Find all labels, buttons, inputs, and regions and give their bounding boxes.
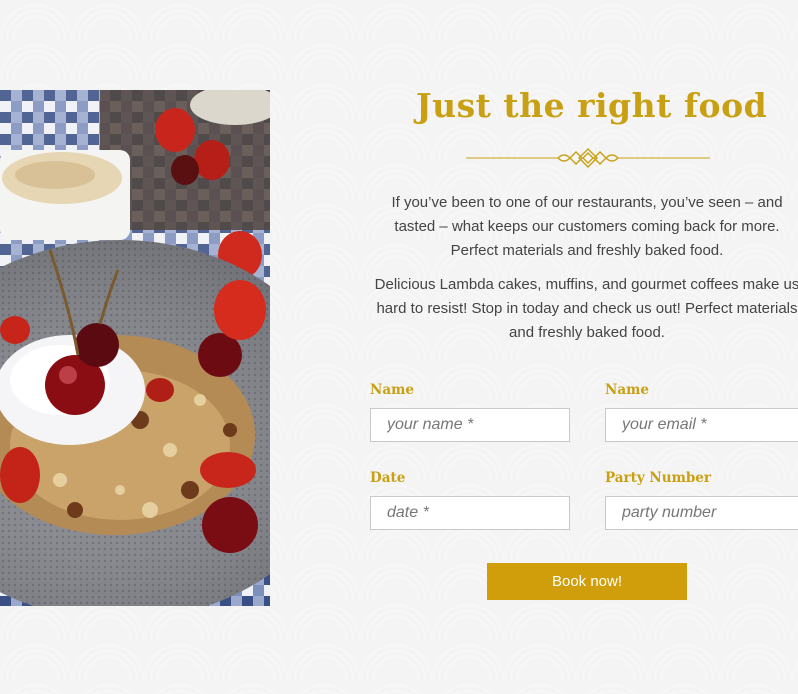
party-number-label: Party Number [605, 470, 712, 486]
section-title: Just the right food [416, 86, 768, 125]
party-number-input[interactable] [605, 496, 798, 530]
intro-paragraph: If you’ve been to one of our restaurants… [391, 194, 783, 259]
food-photo [0, 90, 270, 606]
description-paragraph: Delicious Lambda cakes, muffins, and gou… [374, 276, 798, 341]
name-input[interactable] [370, 408, 570, 442]
email-label: Name [605, 382, 649, 398]
ornament-divider-icon [466, 146, 710, 170]
date-input[interactable] [370, 496, 570, 530]
email-input[interactable] [605, 408, 798, 442]
date-label: Date [370, 470, 406, 486]
name-label: Name [370, 382, 414, 398]
book-now-button[interactable]: Book now! [487, 563, 687, 600]
